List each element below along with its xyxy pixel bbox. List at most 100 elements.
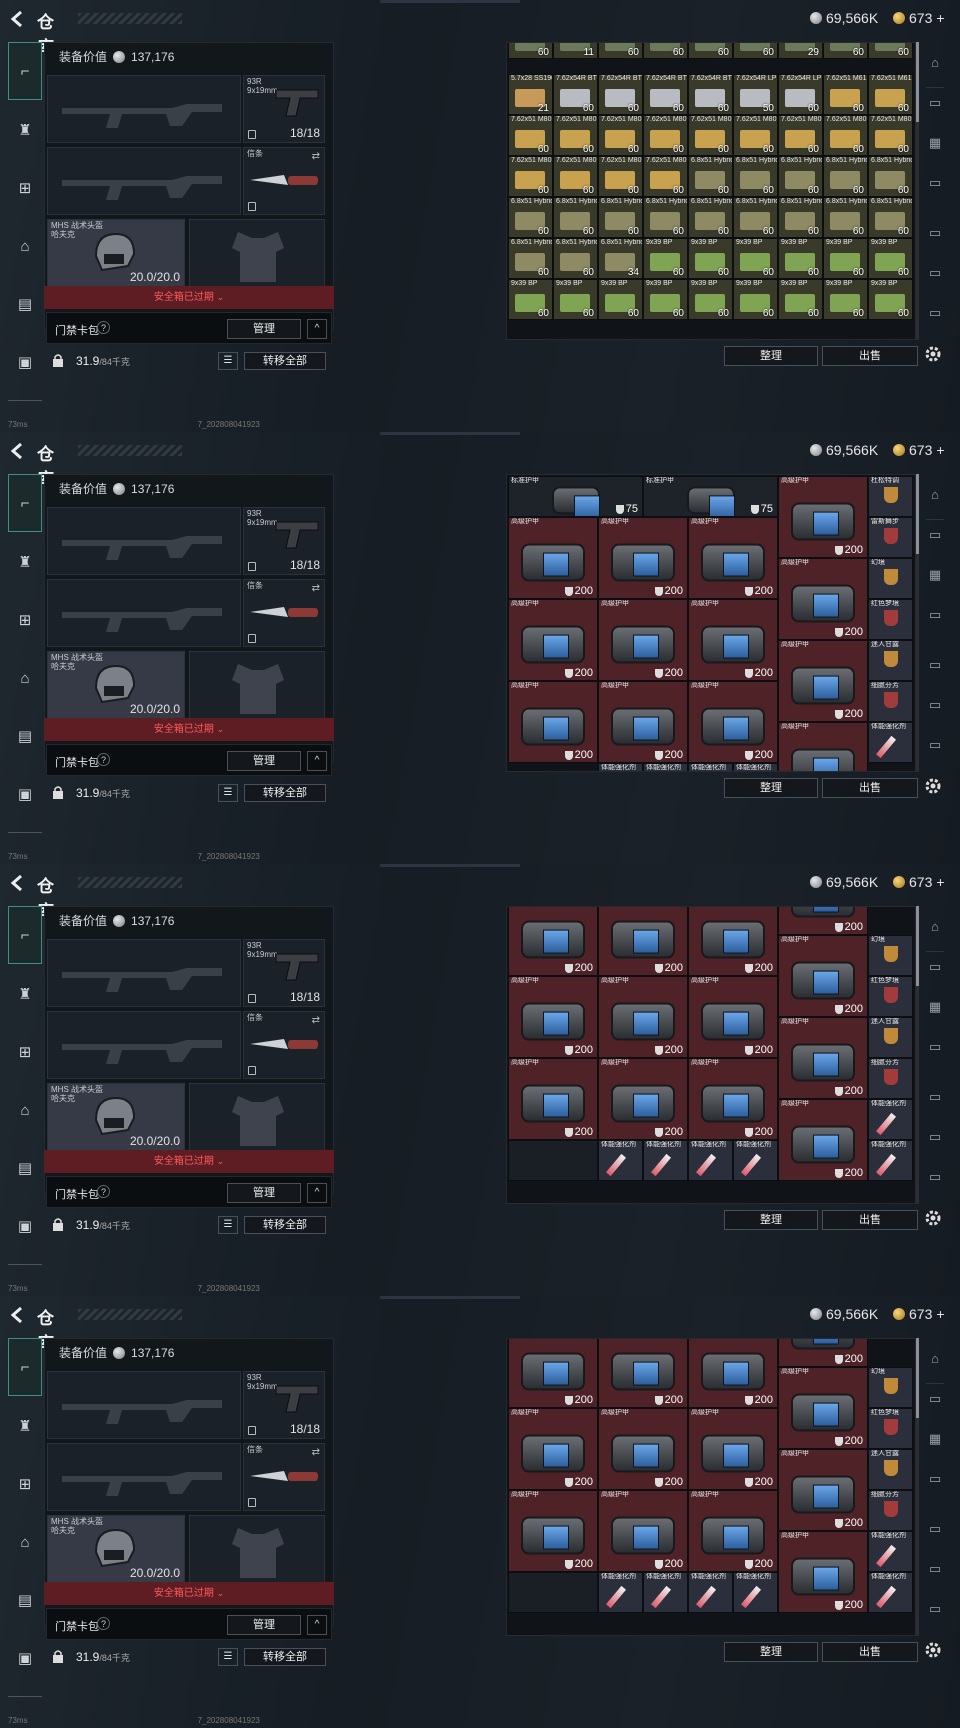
storage-tab-2-icon[interactable]: ▦ <box>924 135 946 157</box>
helmet-slot[interactable]: MHS 战术头盔 哈夫克 20.0/20.0 <box>47 219 185 287</box>
nav-rig[interactable]: ⊞ <box>8 600 42 640</box>
ammo-cell[interactable]: 6.8x51 Hybrid 60 <box>868 156 913 197</box>
ammo-cell[interactable]: 7.62x51 M80 60 <box>598 115 643 156</box>
heavy-armor-cell[interactable]: 高级护甲200 <box>598 907 688 976</box>
storage-tab-6-icon[interactable]: ▭ <box>924 305 946 327</box>
ammo-cell[interactable]: 5.7x28 SS190 21 <box>508 74 553 115</box>
help-icon[interactable]: ? <box>97 321 110 334</box>
sell-button[interactable]: 出售 <box>822 346 918 366</box>
consumable-cell[interactable]: 体能强化剂 <box>868 1572 913 1613</box>
heavy-armor-cell[interactable]: 高级护甲200 <box>598 517 688 599</box>
ammo-cell[interactable]: 6.8x51 Hybrid 60 <box>508 238 553 279</box>
storage-tab-5-icon[interactable]: ▭ <box>924 1129 946 1151</box>
heavy-armor-cell[interactable]: 高级护甲200 <box>688 1339 778 1408</box>
add-gold-button[interactable]: + <box>936 10 944 26</box>
ammo-cell[interactable]: 60 <box>868 43 913 59</box>
safe-box-expired-banner[interactable]: 安全箱已过期 ⌄ <box>44 1150 334 1173</box>
nav-briefcase[interactable]: ▣ <box>8 1206 42 1246</box>
consumable-cell[interactable]: 体能强化剂 <box>598 1140 643 1181</box>
heavy-armor-cell[interactable]: 高级护甲200 <box>688 976 778 1058</box>
nav-armor[interactable]: ♜ <box>8 542 42 582</box>
storage-scroll-thumb[interactable] <box>916 474 919 554</box>
helmet-slot[interactable]: MHS 战术头盔 哈夫克 20.0/20.0 <box>47 651 185 719</box>
gold-currency[interactable]: 673 + <box>893 442 945 458</box>
storage-tab-5-icon[interactable]: ▭ <box>924 265 946 287</box>
ammo-cell[interactable]: 9x39 BP 60 <box>688 279 733 320</box>
heavy-armor-cell[interactable]: 高级护甲200 <box>688 681 778 763</box>
ammo-cell[interactable]: 6.8x51 Hybrid 60 <box>733 156 778 197</box>
ammo-cell[interactable]: 7.62x51 M80 60 <box>688 115 733 156</box>
ammo-cell[interactable]: 60 <box>508 43 553 59</box>
heavy-armor-cell[interactable]: 高级护甲200 <box>598 1339 688 1408</box>
storage-scroll-thumb[interactable] <box>916 1338 919 1418</box>
consumable-cell[interactable]: 体能强化剂 <box>643 1140 688 1181</box>
heavy-armor-cell[interactable]: 高级护甲200 <box>778 558 868 640</box>
heavy-armor-cell[interactable]: 高级护甲200 <box>778 1449 868 1531</box>
ammo-cell[interactable]: 60 <box>688 43 733 59</box>
ammo-cell[interactable]: 7.62x54R BT 60 <box>643 74 688 115</box>
safe-box-expired-banner[interactable]: 安全箱已过期 ⌄ <box>44 286 334 309</box>
consumable-cell[interactable]: 体能强化剂 <box>868 722 913 763</box>
consumable-cell[interactable]: 体能强化剂 <box>868 1140 913 1181</box>
storage-tab-4-icon[interactable]: ▭ <box>924 657 946 679</box>
manage-button[interactable]: 管理 <box>227 1615 301 1635</box>
help-icon[interactable]: ? <box>97 1185 110 1198</box>
consumable-cell[interactable]: 体能强化剂 <box>733 1140 778 1181</box>
melee-slot[interactable]: 信条 ⇄ <box>243 1011 325 1079</box>
heavy-armor-cell[interactable]: 高级护甲200 <box>508 1058 598 1140</box>
helmet-slot[interactable]: MHS 战术头盔 哈夫克 20.0/20.0 <box>47 1515 185 1583</box>
gear-icon[interactable] <box>924 1209 942 1227</box>
primary-weapon-slot[interactable] <box>47 939 241 1007</box>
ammo-cell[interactable]: 9x39 BP 60 <box>643 238 688 279</box>
consumable-cell[interactable]: 红色梦境 <box>868 1408 913 1449</box>
storage-tab-3-icon[interactable]: ▭ <box>924 175 946 197</box>
heavy-armor-cell[interactable]: 高级护甲200 <box>778 640 868 722</box>
nav-case[interactable]: ▤ <box>8 1148 42 1188</box>
heavy-armor-cell[interactable]: 高级护甲200 <box>598 681 688 763</box>
add-gold-button[interactable]: + <box>936 442 944 458</box>
gear-icon[interactable] <box>924 777 942 795</box>
ammo-cell[interactable]: 6.8x51 Hybrid 60 <box>868 197 913 238</box>
heavy-armor-cell[interactable]: 高级护甲200 <box>508 907 598 976</box>
consumable-cell[interactable]: 体能强化剂 <box>643 763 688 771</box>
storage-tab-4-icon[interactable]: ▭ <box>924 225 946 247</box>
melee-slot[interactable]: 信条 ⇄ <box>243 579 325 647</box>
ammo-cell[interactable]: 7.62x51 M80 60 <box>598 156 643 197</box>
back-icon[interactable] <box>8 1305 28 1325</box>
ammo-cell[interactable]: 9x39 BP 60 <box>688 238 733 279</box>
ammo-cell[interactable]: 7.62x51 M80 60 <box>553 115 598 156</box>
nav-weapons[interactable]: ⌐ <box>8 474 42 532</box>
sell-button[interactable]: 出售 <box>822 1210 918 1230</box>
sell-button[interactable]: 出售 <box>822 1642 918 1662</box>
heavy-armor-cell[interactable]: 高级护甲200 <box>688 907 778 976</box>
swap-icon[interactable]: ⇄ <box>312 151 320 162</box>
heavy-armor-cell[interactable]: 高级护甲200 <box>598 1490 688 1572</box>
warehouse-tab-icon[interactable]: ⌂ <box>924 919 946 941</box>
ammo-cell[interactable]: 6.8x51 Hybrid 60 <box>823 197 868 238</box>
ammo-cell[interactable]: 7.62x54R LPS 60 <box>778 74 823 115</box>
ammo-cell[interactable]: 29 <box>778 43 823 59</box>
help-icon[interactable]: ? <box>97 753 110 766</box>
primary-weapon-slot[interactable] <box>47 1371 241 1439</box>
nav-rig[interactable]: ⊞ <box>8 168 42 208</box>
secondary-weapon-slot[interactable]: 93R 9x19mm 18/18 <box>243 939 325 1007</box>
consumable-cell[interactable]: 体能强化剂 <box>868 1099 913 1140</box>
swap-icon[interactable]: ⇄ <box>312 583 320 594</box>
back-icon[interactable] <box>8 873 28 893</box>
consumable-cell[interactable]: 体能强化剂 <box>688 763 733 771</box>
heavy-armor-cell[interactable]: 高级护甲200 <box>508 976 598 1058</box>
heavy-armor-cell[interactable]: 高级护甲200 <box>778 476 868 558</box>
ammo-cell[interactable]: 9x39 BP 60 <box>778 279 823 320</box>
swap-icon[interactable]: ⇄ <box>312 1447 320 1458</box>
consumable-cell[interactable]: 幻境 <box>868 935 913 976</box>
storage-scroll-thumb[interactable] <box>916 42 919 122</box>
heavy-armor-cell[interactable]: 高级护甲200 <box>778 1339 868 1367</box>
body-armor-slot[interactable] <box>189 651 325 719</box>
ammo-cell[interactable]: 60 <box>733 43 778 59</box>
ammo-cell[interactable]: 9x39 BP 60 <box>823 238 868 279</box>
ammo-cell[interactable]: 9x39 BP 60 <box>778 238 823 279</box>
ammo-cell[interactable]: 60 <box>598 43 643 59</box>
primary-weapon-slot-2[interactable] <box>47 147 241 215</box>
heavy-armor-cell[interactable]: 高级护甲200 <box>778 1531 868 1613</box>
warehouse-tab-icon[interactable]: ⌂ <box>924 1351 946 1373</box>
